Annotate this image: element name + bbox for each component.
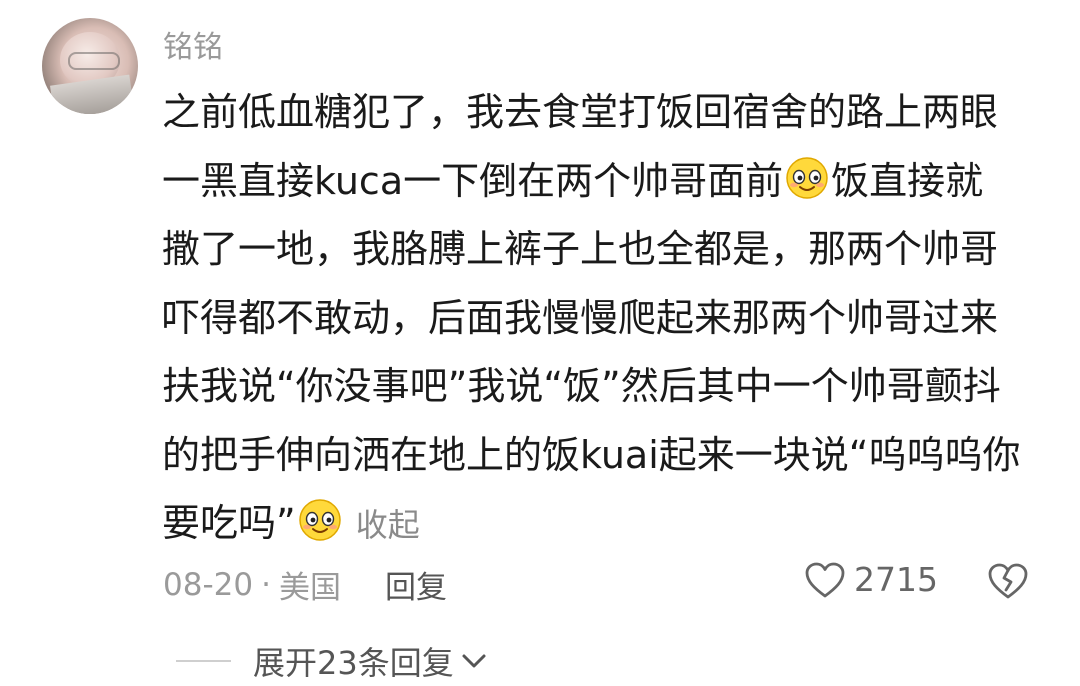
comment-location: 美国 — [278, 570, 341, 606]
comment-line: 的把手伸向洒在地上的饭kuai起来一块说“呜呜呜你 — [162, 421, 1042, 490]
comment-line-text: 饭直接就 — [831, 158, 984, 203]
comment-line: 要吃吗” 收起 — [162, 489, 1042, 558]
smiling-face-emoji-icon — [785, 153, 829, 222]
smiling-face-emoji-icon — [298, 495, 342, 564]
expand-replies-button[interactable]: 展开23条回复 — [176, 638, 488, 684]
comment-body: 之前低血糖犯了，我去食堂打饭回宿舍的路上两眼 一黑直接kuca一下倒在两个帅哥面… — [162, 78, 1042, 558]
avatar-paper — [50, 74, 134, 114]
comment-line-text: 之前低血糖犯了，我去食堂打饭回宿舍的路上两眼 — [162, 90, 999, 134]
comment-line-text: 要吃吗” — [162, 501, 296, 545]
expand-replies-label: 展开23条回复 — [253, 644, 454, 682]
dislike-button[interactable] — [987, 562, 1029, 604]
comment-line-text: 吓得都不敢动，后面我慢慢爬起来那两个帅哥过来 — [162, 295, 999, 340]
comment-line: 吓得都不敢动，后面我慢慢爬起来那两个帅哥过来 — [162, 284, 1042, 353]
comment-line-text: 一黑直接kuca一下倒在两个帅哥面前 — [162, 158, 784, 203]
comment-line-text: 扶我说“你没事吧”我说“饭”然后其中一个帅哥颤抖 — [162, 364, 1001, 408]
comment-meta: 08-20 · 美国 回复 — [163, 562, 447, 607]
username[interactable]: 铭铭 — [163, 22, 223, 66]
like-button[interactable]: 2715 — [804, 560, 938, 599]
chevron-down-icon — [462, 654, 486, 668]
heart-icon — [805, 562, 845, 597]
reply-button[interactable]: 回复 — [385, 562, 447, 607]
comment-line-text: 的把手伸向洒在地上的饭kuai起来一块说“呜呜呜你 — [162, 432, 1021, 477]
comment-date: 08-20 — [163, 566, 254, 603]
comment-line: 一黑直接kuca一下倒在两个帅哥面前 饭直接就 — [162, 147, 1042, 216]
comment-line-text: 撒了一地，我胳膊上裤子上也全都是，那两个帅哥 — [162, 227, 999, 271]
collapse-button[interactable]: 收起 — [356, 506, 420, 544]
comment-item: 铭铭 之前低血糖犯了，我去食堂打饭回宿舍的路上两眼 一黑直接kuca一下倒在两个… — [0, 0, 1080, 686]
comment-line: 之前低血糖犯了，我去食堂打饭回宿舍的路上两眼 — [162, 78, 1042, 147]
like-count: 2715 — [854, 560, 938, 599]
comment-line: 撒了一地，我胳膊上裤子上也全都是，那两个帅哥 — [162, 215, 1042, 284]
broken-heart-icon — [988, 563, 1028, 599]
divider-line — [176, 660, 231, 662]
avatar[interactable] — [42, 18, 138, 114]
comment-line: 扶我说“你没事吧”我说“饭”然后其中一个帅哥颤抖 — [162, 352, 1042, 421]
avatar-glasses — [68, 52, 120, 70]
meta-separator: · — [261, 566, 271, 603]
